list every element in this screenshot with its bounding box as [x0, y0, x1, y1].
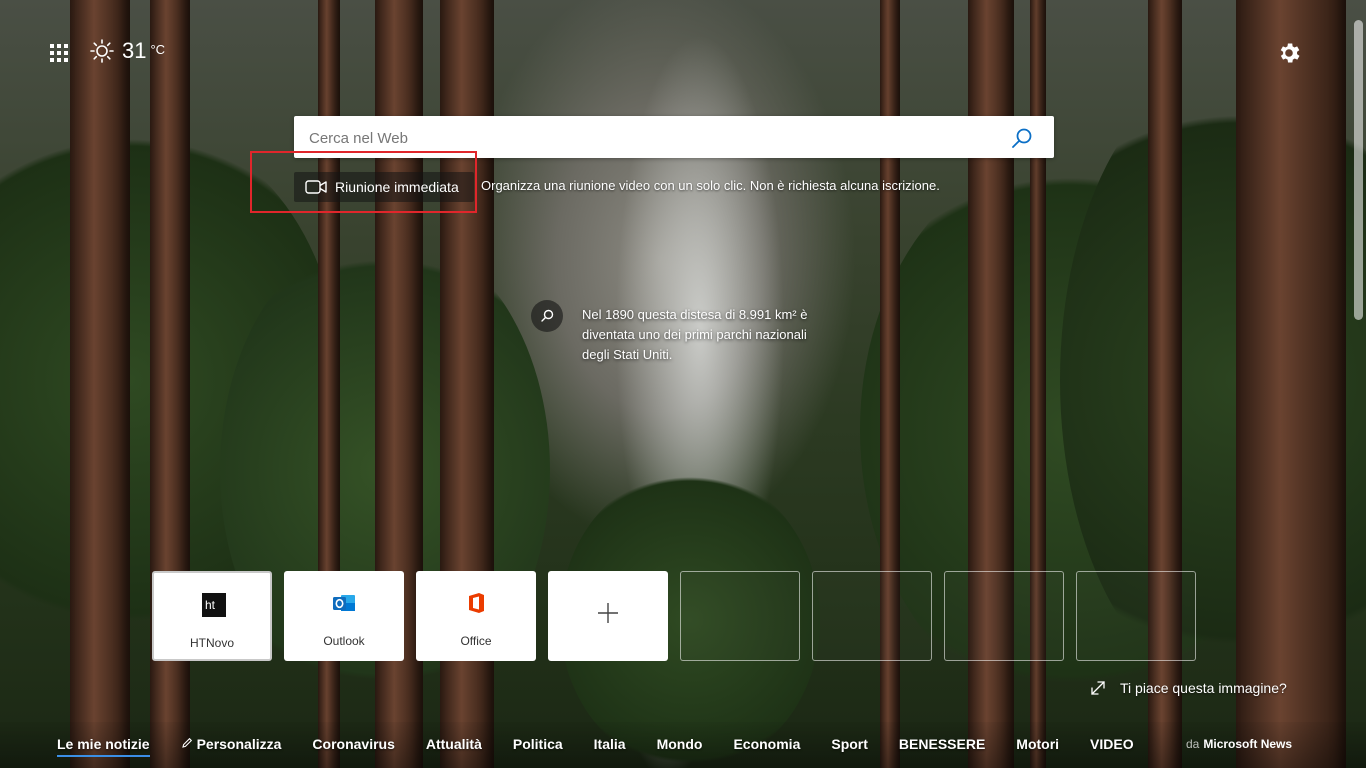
- empty-quick-link-slot: [1076, 571, 1196, 661]
- sun-icon: [90, 39, 114, 63]
- like-image-label: Ti piace questa immagine?: [1120, 680, 1287, 696]
- quick-link-label: HTNovo: [189, 636, 234, 650]
- quick-link-label: Outlook: [323, 634, 365, 648]
- nav-item-personalizza[interactable]: Personalizza: [181, 736, 282, 752]
- quick-link-outlook[interactable]: Outlook: [284, 571, 404, 661]
- quick-link-htnovo[interactable]: ht HTNovo: [152, 571, 272, 661]
- svg-text:ht: ht: [205, 598, 216, 612]
- nav-item-label: Personalizza: [196, 736, 282, 752]
- search-input[interactable]: [307, 116, 1001, 160]
- search-icon: [541, 309, 554, 322]
- nav-item-motori[interactable]: Motori: [1016, 736, 1059, 752]
- image-fact-line: diventata uno dei primi parchi nazionali: [582, 327, 807, 342]
- nav-item-label: Coronavirus: [312, 736, 395, 752]
- nav-item-label: VIDEO: [1090, 736, 1134, 752]
- nav-item-attualita[interactable]: Attualità: [426, 736, 482, 752]
- office-logo-icon: [469, 593, 484, 613]
- nav-item-label: Motori: [1016, 736, 1060, 752]
- nav-item-label: Attualità: [425, 736, 482, 752]
- instant-meeting-label: Riunione immediata: [335, 179, 459, 195]
- empty-quick-link-slot: [680, 571, 800, 661]
- powered-by[interactable]: da Microsoft News: [1186, 737, 1292, 751]
- nav-item-label: Italia: [593, 736, 626, 752]
- nav-item-label: Mondo: [656, 736, 703, 752]
- image-info-button[interactable]: [531, 300, 563, 332]
- search-icon[interactable]: [1010, 126, 1034, 150]
- gear-icon[interactable]: [1276, 40, 1302, 66]
- image-fact-line: degli Stati Uniti.: [582, 347, 673, 362]
- nav-item-video[interactable]: VIDEO: [1090, 736, 1134, 752]
- pencil-icon: [181, 737, 192, 748]
- nav-item-label: Economia: [733, 736, 801, 752]
- app-launcher-icon[interactable]: [50, 44, 68, 62]
- nav-item-sport[interactable]: Sport: [831, 736, 868, 752]
- temperature: 31: [122, 38, 147, 63]
- htnovo-logo-icon: ht: [202, 593, 226, 617]
- image-fact-text[interactable]: Nel 1890 questa distesa di 8.991 km² è d…: [582, 305, 842, 365]
- nav-item-label: Sport: [831, 736, 868, 752]
- weather-widget[interactable]: 31 °C: [90, 38, 165, 64]
- empty-quick-link-slot: [944, 571, 1064, 661]
- news-nav: Le mie notizie Personalizza Coronavirus …: [57, 736, 1165, 757]
- instant-meeting-description: Organizza una riunione video con un solo…: [481, 178, 940, 193]
- nav-item-coronavirus[interactable]: Coronavirus: [312, 736, 394, 752]
- empty-quick-link-slot: [812, 571, 932, 661]
- add-icon: [598, 603, 618, 623]
- scrollbar-thumb[interactable]: [1354, 20, 1363, 320]
- nav-item-mondo[interactable]: Mondo: [657, 736, 703, 752]
- nav-item-label: BENESSERE: [898, 736, 986, 752]
- scrollbar[interactable]: [1349, 0, 1366, 768]
- quick-link-office[interactable]: Office: [416, 571, 536, 661]
- instant-meeting-button[interactable]: Riunione immediata: [294, 172, 474, 202]
- video-camera-icon: [305, 180, 327, 194]
- powered-by-prefix: da: [1186, 737, 1200, 751]
- add-quick-link-button[interactable]: [548, 571, 668, 661]
- outlook-logo-icon: [333, 595, 355, 611]
- search-box: [294, 116, 1054, 160]
- nav-item-economia[interactable]: Economia: [733, 736, 800, 752]
- nav-item-label: Le mie notizie: [57, 736, 150, 752]
- nav-item-politica[interactable]: Politica: [513, 736, 563, 752]
- image-fact-line: Nel 1890 questa distesa di 8.991 km² è: [582, 307, 808, 322]
- like-image-link[interactable]: Ti piace questa immagine?: [1090, 680, 1287, 696]
- microsoft-news-brand: Microsoft News: [1203, 737, 1293, 751]
- nav-item-le-mie-notizie[interactable]: Le mie notizie: [57, 736, 150, 757]
- nav-item-benessere[interactable]: BENESSERE: [899, 736, 985, 752]
- nav-item-label: Politica: [512, 736, 563, 752]
- temperature-unit: °C: [150, 42, 166, 57]
- nav-item-italia[interactable]: Italia: [594, 736, 626, 752]
- quick-link-label: Office: [460, 634, 492, 648]
- expand-icon: [1091, 681, 1105, 695]
